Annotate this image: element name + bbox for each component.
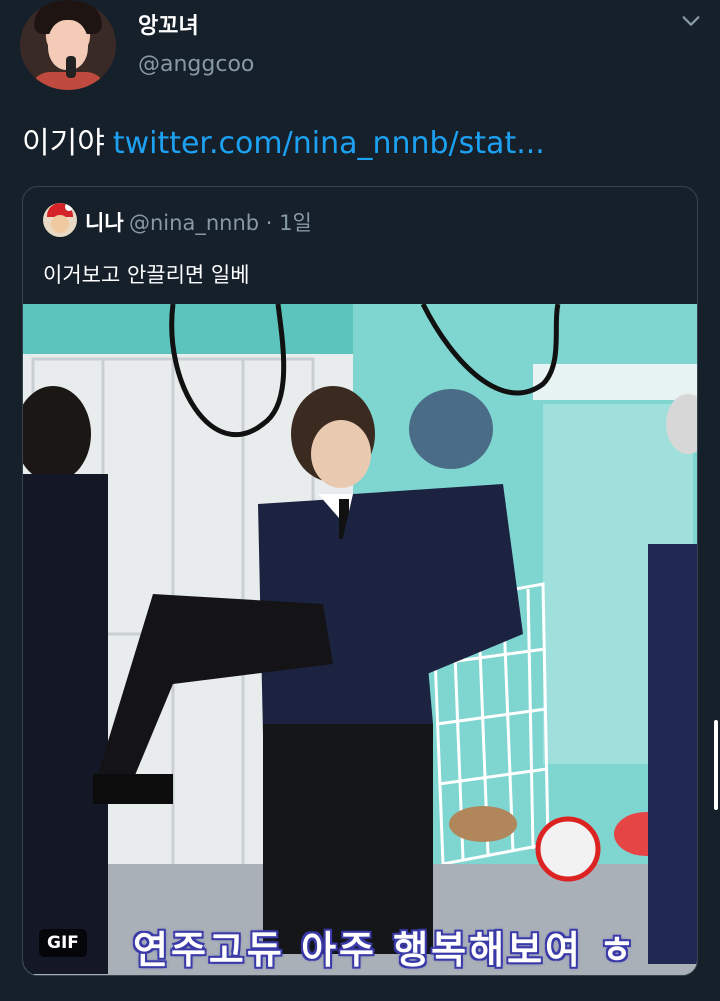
avatar[interactable]	[20, 0, 116, 90]
tweet: 앙꼬녀 @anggcoo 이기야 twitter.com/nina_nnnb/st…	[0, 0, 720, 1001]
gif-caption: 연주고듀 아주 행복해보여 ㅎ	[133, 928, 638, 972]
tweet-link[interactable]: twitter.com/nina_nnnb/stat...	[113, 126, 545, 161]
chevron-down-icon[interactable]	[680, 10, 702, 32]
author-display-name[interactable]: 앙꼬녀	[138, 8, 199, 40]
tweet-text: 이기야 twitter.com/nina_nnnb/stat...	[22, 118, 545, 162]
quoted-avatar[interactable]	[43, 203, 77, 237]
author-handle[interactable]: @anggcoo	[138, 52, 254, 77]
quoted-display-name: 니나	[85, 211, 124, 235]
quoted-tweet-card[interactable]: 니나 @nina_nnnb · 1일 이거보고 안끌리면 일베 연주고듀 아주 …	[22, 186, 698, 976]
quoted-handle-time: @nina_nnnb · 1일	[129, 211, 312, 235]
gif-media[interactable]: 연주고듀 아주 행복해보여 ㅎ GIF	[23, 304, 697, 975]
gif-frame-illustration	[23, 304, 697, 975]
quoted-tweet-text: 이거보고 안끌리면 일베	[43, 263, 250, 287]
gif-badge: GIF	[39, 929, 87, 957]
tweet-body: 이기야	[22, 126, 105, 161]
scrollbar[interactable]	[714, 720, 718, 810]
